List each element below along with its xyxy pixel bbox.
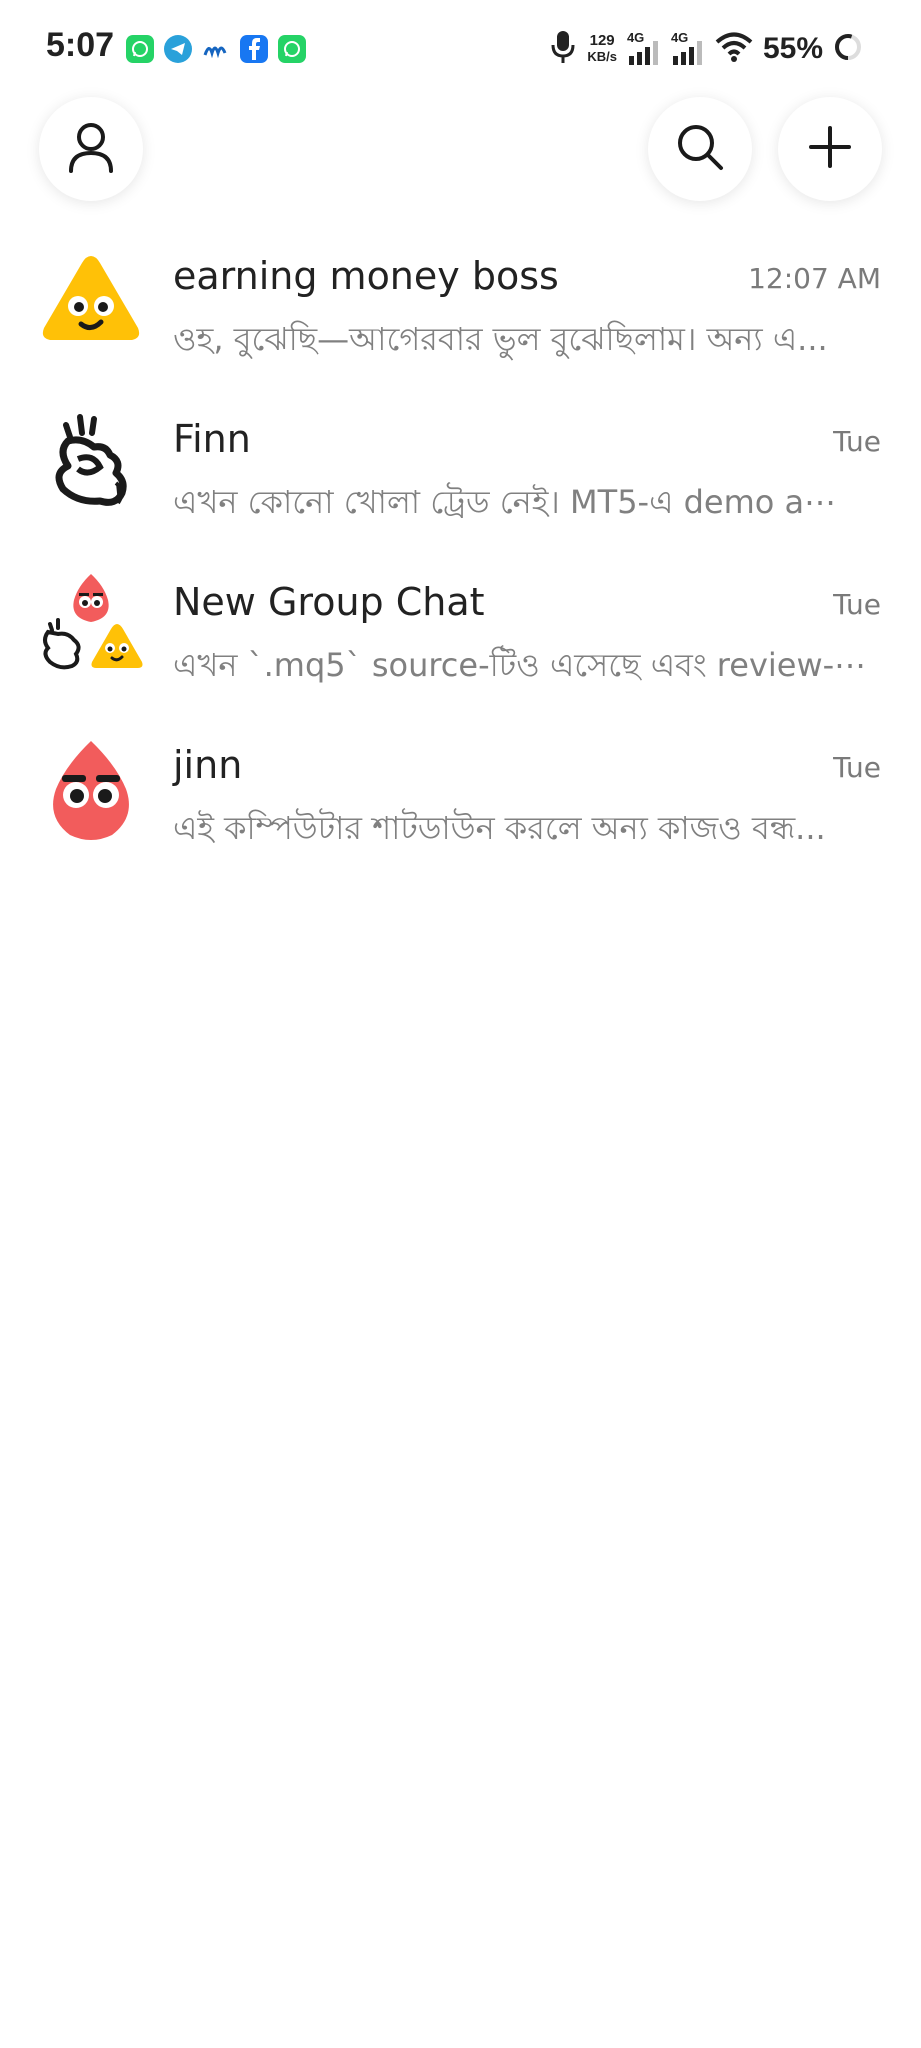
chat-name: earning money boss bbox=[173, 254, 559, 298]
chat-time: Tue bbox=[833, 588, 881, 621]
status-bar: 5:07 129 KB/s 4G 4G 55% bbox=[0, 0, 921, 100]
battery-percent: 55% bbox=[762, 32, 823, 65]
chat-row-new-group-chat[interactable]: New Group Chat Tue এখন `.mq5` source-টিও… bbox=[0, 570, 921, 730]
chat-time: 12:07 AM bbox=[748, 262, 881, 295]
profile-button[interactable] bbox=[39, 97, 143, 201]
new-chat-button[interactable] bbox=[778, 97, 882, 201]
status-right: 129 KB/s 4G 4G 55% bbox=[549, 26, 863, 72]
signal-sim2: 4G bbox=[671, 30, 705, 66]
chat-name: jinn bbox=[173, 743, 243, 787]
chat-name: Finn bbox=[173, 417, 251, 461]
chat-preview: এখন কোনো খোলা ট্রেড নেই। MT5-এ demo a⋯ bbox=[173, 483, 837, 521]
yellow-triangle-avatar bbox=[38, 248, 144, 354]
network-speed-value: 129 bbox=[589, 32, 615, 49]
facebook-icon bbox=[240, 35, 268, 63]
battery-ring-icon bbox=[833, 32, 863, 66]
whatsapp-icon bbox=[126, 35, 154, 63]
wifi-icon bbox=[715, 31, 753, 67]
status-time: 5:07 bbox=[46, 26, 115, 64]
network-speed: 129 KB/s bbox=[587, 33, 617, 65]
chat-row-earning-money-boss[interactable]: earning money boss 12:07 AM ওহ, বুঝেছি—আ… bbox=[0, 244, 921, 404]
scribble-hand-avatar bbox=[38, 411, 144, 517]
person-icon bbox=[67, 121, 115, 177]
search-icon bbox=[675, 122, 725, 176]
notification-icons bbox=[126, 35, 306, 63]
chat-preview: ওহ, বুঝেছি—আগেরবার ভুল বুঝেছিলাম। অন্য এ… bbox=[173, 320, 828, 358]
plus-icon bbox=[808, 125, 852, 173]
whatsapp-icon bbox=[278, 35, 306, 63]
messenger-m-icon bbox=[202, 35, 230, 63]
signal-sim1: 4G bbox=[627, 30, 661, 66]
chat-preview: এই কম্পিউটার শাটডাউন করলে অন্য কাজও বন্ধ… bbox=[173, 809, 826, 847]
chat-time: Tue bbox=[833, 751, 881, 784]
search-button[interactable] bbox=[648, 97, 752, 201]
microphone-icon bbox=[549, 29, 577, 69]
group-avatar bbox=[38, 574, 144, 680]
chat-preview: এখন `.mq5` source-টিও এসেছে এবং review-⋯ bbox=[173, 646, 867, 684]
network-speed-unit: KB/s bbox=[587, 49, 617, 64]
chat-time: Tue bbox=[833, 425, 881, 458]
chat-row-finn[interactable]: Finn Tue এখন কোনো খোলা ট্রেড নেই। MT5-এ … bbox=[0, 407, 921, 567]
telegram-icon bbox=[164, 35, 192, 63]
chat-row-jinn[interactable]: jinn Tue এই কম্পিউটার শাটডাউন করলে অন্য … bbox=[0, 733, 921, 893]
red-drop-avatar bbox=[38, 737, 144, 843]
chat-name: New Group Chat bbox=[173, 580, 485, 624]
